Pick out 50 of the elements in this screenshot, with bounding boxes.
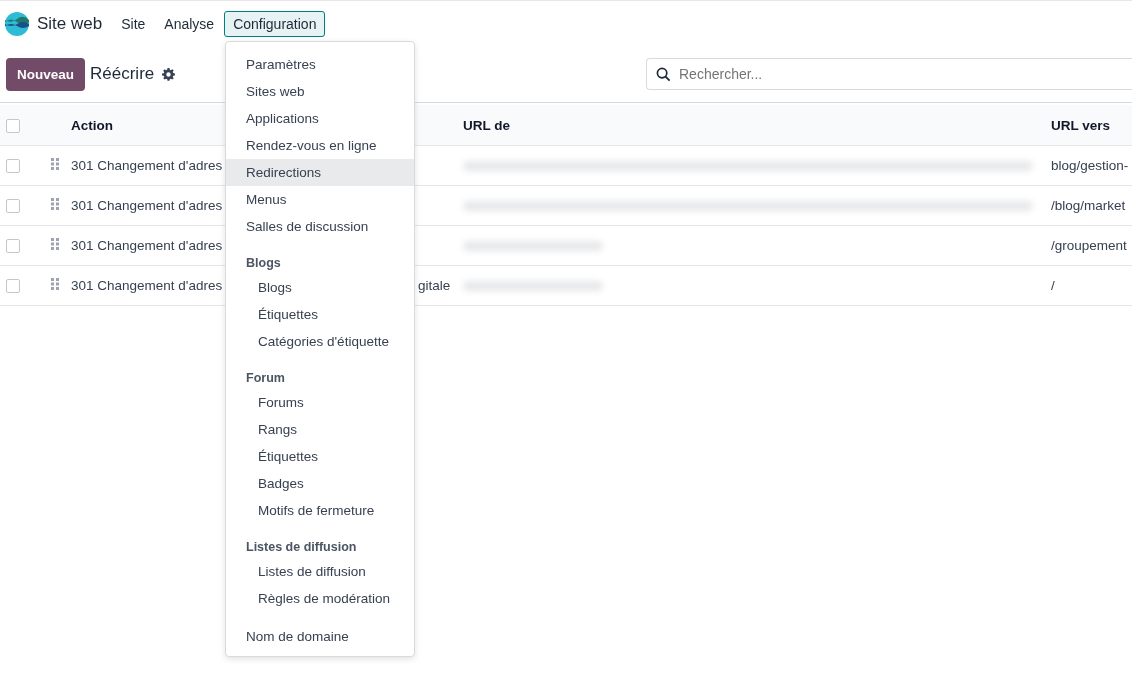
menu-item[interactable]: Règles de modération (226, 585, 414, 612)
menu-item[interactable]: Applications (226, 105, 414, 132)
row-checkbox[interactable] (6, 199, 20, 214)
menu-item[interactable]: Redirections (226, 159, 414, 186)
settings-icon[interactable] (162, 67, 176, 81)
column-header[interactable]: Action (71, 117, 113, 133)
drag-handle-icon[interactable] (51, 158, 59, 170)
menu-item[interactable]: Blogs (226, 274, 414, 301)
menu-item[interactable]: Menus (226, 186, 414, 213)
menu-item[interactable]: Paramètres (226, 51, 414, 78)
row-checkbox[interactable] (6, 279, 20, 294)
drag-handle-icon[interactable] (51, 198, 59, 210)
menu-item[interactable]: Salles de discussion (226, 213, 414, 240)
menu-section-header: Blogs (245, 255, 282, 272)
table-cell: 301 Changement d'adres (71, 238, 223, 253)
menu-item[interactable]: Étiquettes (226, 443, 414, 470)
table-cell: /groupement (1051, 238, 1127, 253)
row-checkbox[interactable] (6, 239, 20, 254)
table-cell: 301 Changement d'adres (71, 198, 223, 213)
table-cell: blog/gestion- (1051, 158, 1129, 173)
table-cell: 301 Changement d'adres (71, 158, 223, 173)
menu-item[interactable]: Catégories d'étiquette (226, 328, 414, 355)
page-title: Réécrire (90, 64, 155, 84)
table-cell: 301 Changement d'adres (71, 278, 223, 293)
menu-item[interactable]: Motifs de fermeture (226, 497, 414, 524)
select-all-checkbox[interactable] (6, 118, 20, 133)
nav-menu-item[interactable]: Analyse (155, 10, 224, 37)
menu-item[interactable]: Rangs (226, 416, 414, 443)
menu-item[interactable]: Forums (226, 389, 414, 416)
search-field[interactable]: Rechercher... (646, 58, 1132, 90)
drag-handle-icon[interactable] (51, 238, 59, 250)
nav-menu-item[interactable]: Site (112, 10, 155, 37)
menu-section-header: Forum (245, 370, 286, 387)
menu-item[interactable]: Listes de diffusion (226, 558, 414, 585)
logo-icon (4, 10, 30, 37)
menu-item[interactable]: Sites web (226, 78, 414, 105)
table-cell: /blog/market (1051, 198, 1126, 213)
menu-item[interactable]: Badges (226, 470, 414, 497)
nav-menu-item[interactable]: Configuration (224, 10, 326, 37)
app-title: Site web (37, 13, 103, 34)
new-button[interactable]: Nouveau (6, 57, 85, 91)
menu-item[interactable]: Rendez-vous en ligne (226, 132, 414, 159)
table-cell: / (1051, 278, 1055, 293)
menu-item[interactable]: Nom de domaine (226, 623, 414, 650)
table-cell: gitale (418, 278, 451, 293)
column-header[interactable]: URL de (463, 117, 510, 133)
row-checkbox[interactable] (6, 159, 20, 174)
menu-item[interactable]: Étiquettes (226, 301, 414, 328)
menu-section-header: Listes de diffusion (245, 539, 358, 556)
drag-handle-icon[interactable] (51, 278, 59, 290)
